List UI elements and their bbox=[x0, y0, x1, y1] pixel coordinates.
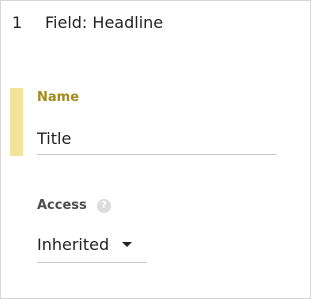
field-settings-panel: 1 Field: Headline Name Access ? Inherite… bbox=[0, 0, 311, 299]
access-selected-value: Inherited bbox=[37, 235, 110, 254]
field-title: Field: Headline bbox=[45, 12, 164, 32]
field-index: 1 bbox=[12, 12, 23, 32]
name-input[interactable] bbox=[37, 123, 277, 155]
active-field-indicator bbox=[10, 88, 23, 156]
access-label: Access bbox=[37, 198, 87, 213]
caret-down-icon bbox=[122, 242, 132, 247]
help-icon[interactable]: ? bbox=[97, 199, 111, 213]
access-dropdown[interactable]: Inherited bbox=[37, 229, 147, 263]
name-label: Name bbox=[37, 90, 80, 105]
